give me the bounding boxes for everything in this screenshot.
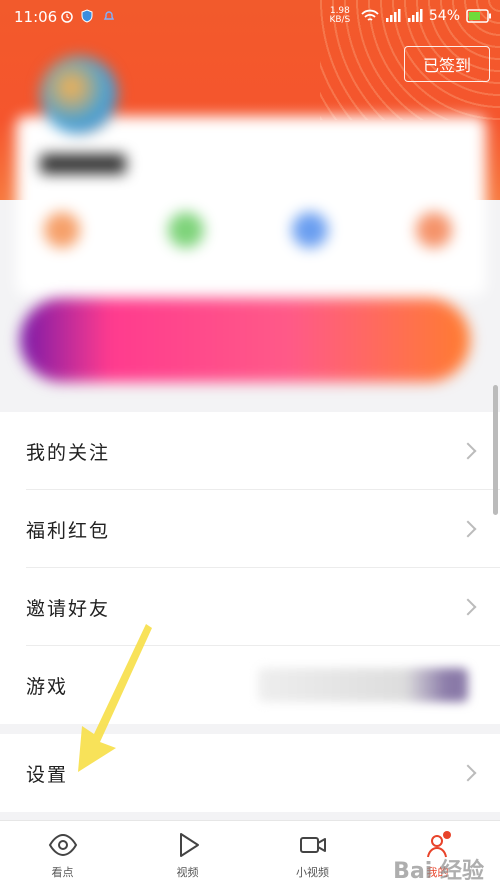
battery-percent: 54% (428, 8, 460, 24)
wifi-icon (361, 9, 379, 21)
scrollbar[interactable] (493, 385, 498, 515)
promo-banner[interactable] (20, 298, 470, 382)
games-preview-blurred (258, 668, 468, 702)
chevron-right-icon (459, 442, 477, 460)
blurred-profile-section (0, 36, 500, 436)
status-time: 11:06 (14, 8, 58, 26)
play-icon (179, 833, 199, 857)
alarm-icon (61, 11, 73, 23)
tab-short-video[interactable]: 小视频 (250, 821, 375, 889)
username-placeholder (40, 154, 126, 174)
annotation-arrow (78, 624, 152, 772)
avatar[interactable] (40, 56, 118, 134)
signal-icon (385, 9, 401, 22)
tab-kandian[interactable]: 看点 (0, 821, 125, 889)
chevron-right-icon (459, 520, 477, 538)
shortcut-icon[interactable] (44, 212, 80, 248)
notification-bell-icon (103, 11, 115, 20)
shortcut-icon[interactable] (168, 212, 204, 248)
tab-video[interactable]: 视频 (125, 821, 250, 889)
shortcut-icon[interactable] (292, 212, 328, 248)
video-camera-icon (299, 837, 326, 853)
network-speed: 1.98 KB/S (329, 6, 351, 25)
shortcut-icon[interactable] (416, 212, 452, 248)
profile-card (16, 116, 486, 296)
chevron-right-icon (459, 764, 477, 782)
eye-icon (48, 833, 77, 857)
menu-item-red-packet[interactable]: 福利红包 (0, 490, 500, 568)
shield-icon (81, 9, 93, 23)
status-bar: 11:06 1.98 KB/S 54% (0, 0, 500, 36)
signal-4g-icon (407, 9, 423, 22)
menu-item-follow[interactable]: 我的关注 (0, 412, 500, 490)
battery-icon (466, 9, 491, 23)
chevron-right-icon (459, 598, 477, 616)
watermark: Bai 经验 (393, 859, 484, 884)
